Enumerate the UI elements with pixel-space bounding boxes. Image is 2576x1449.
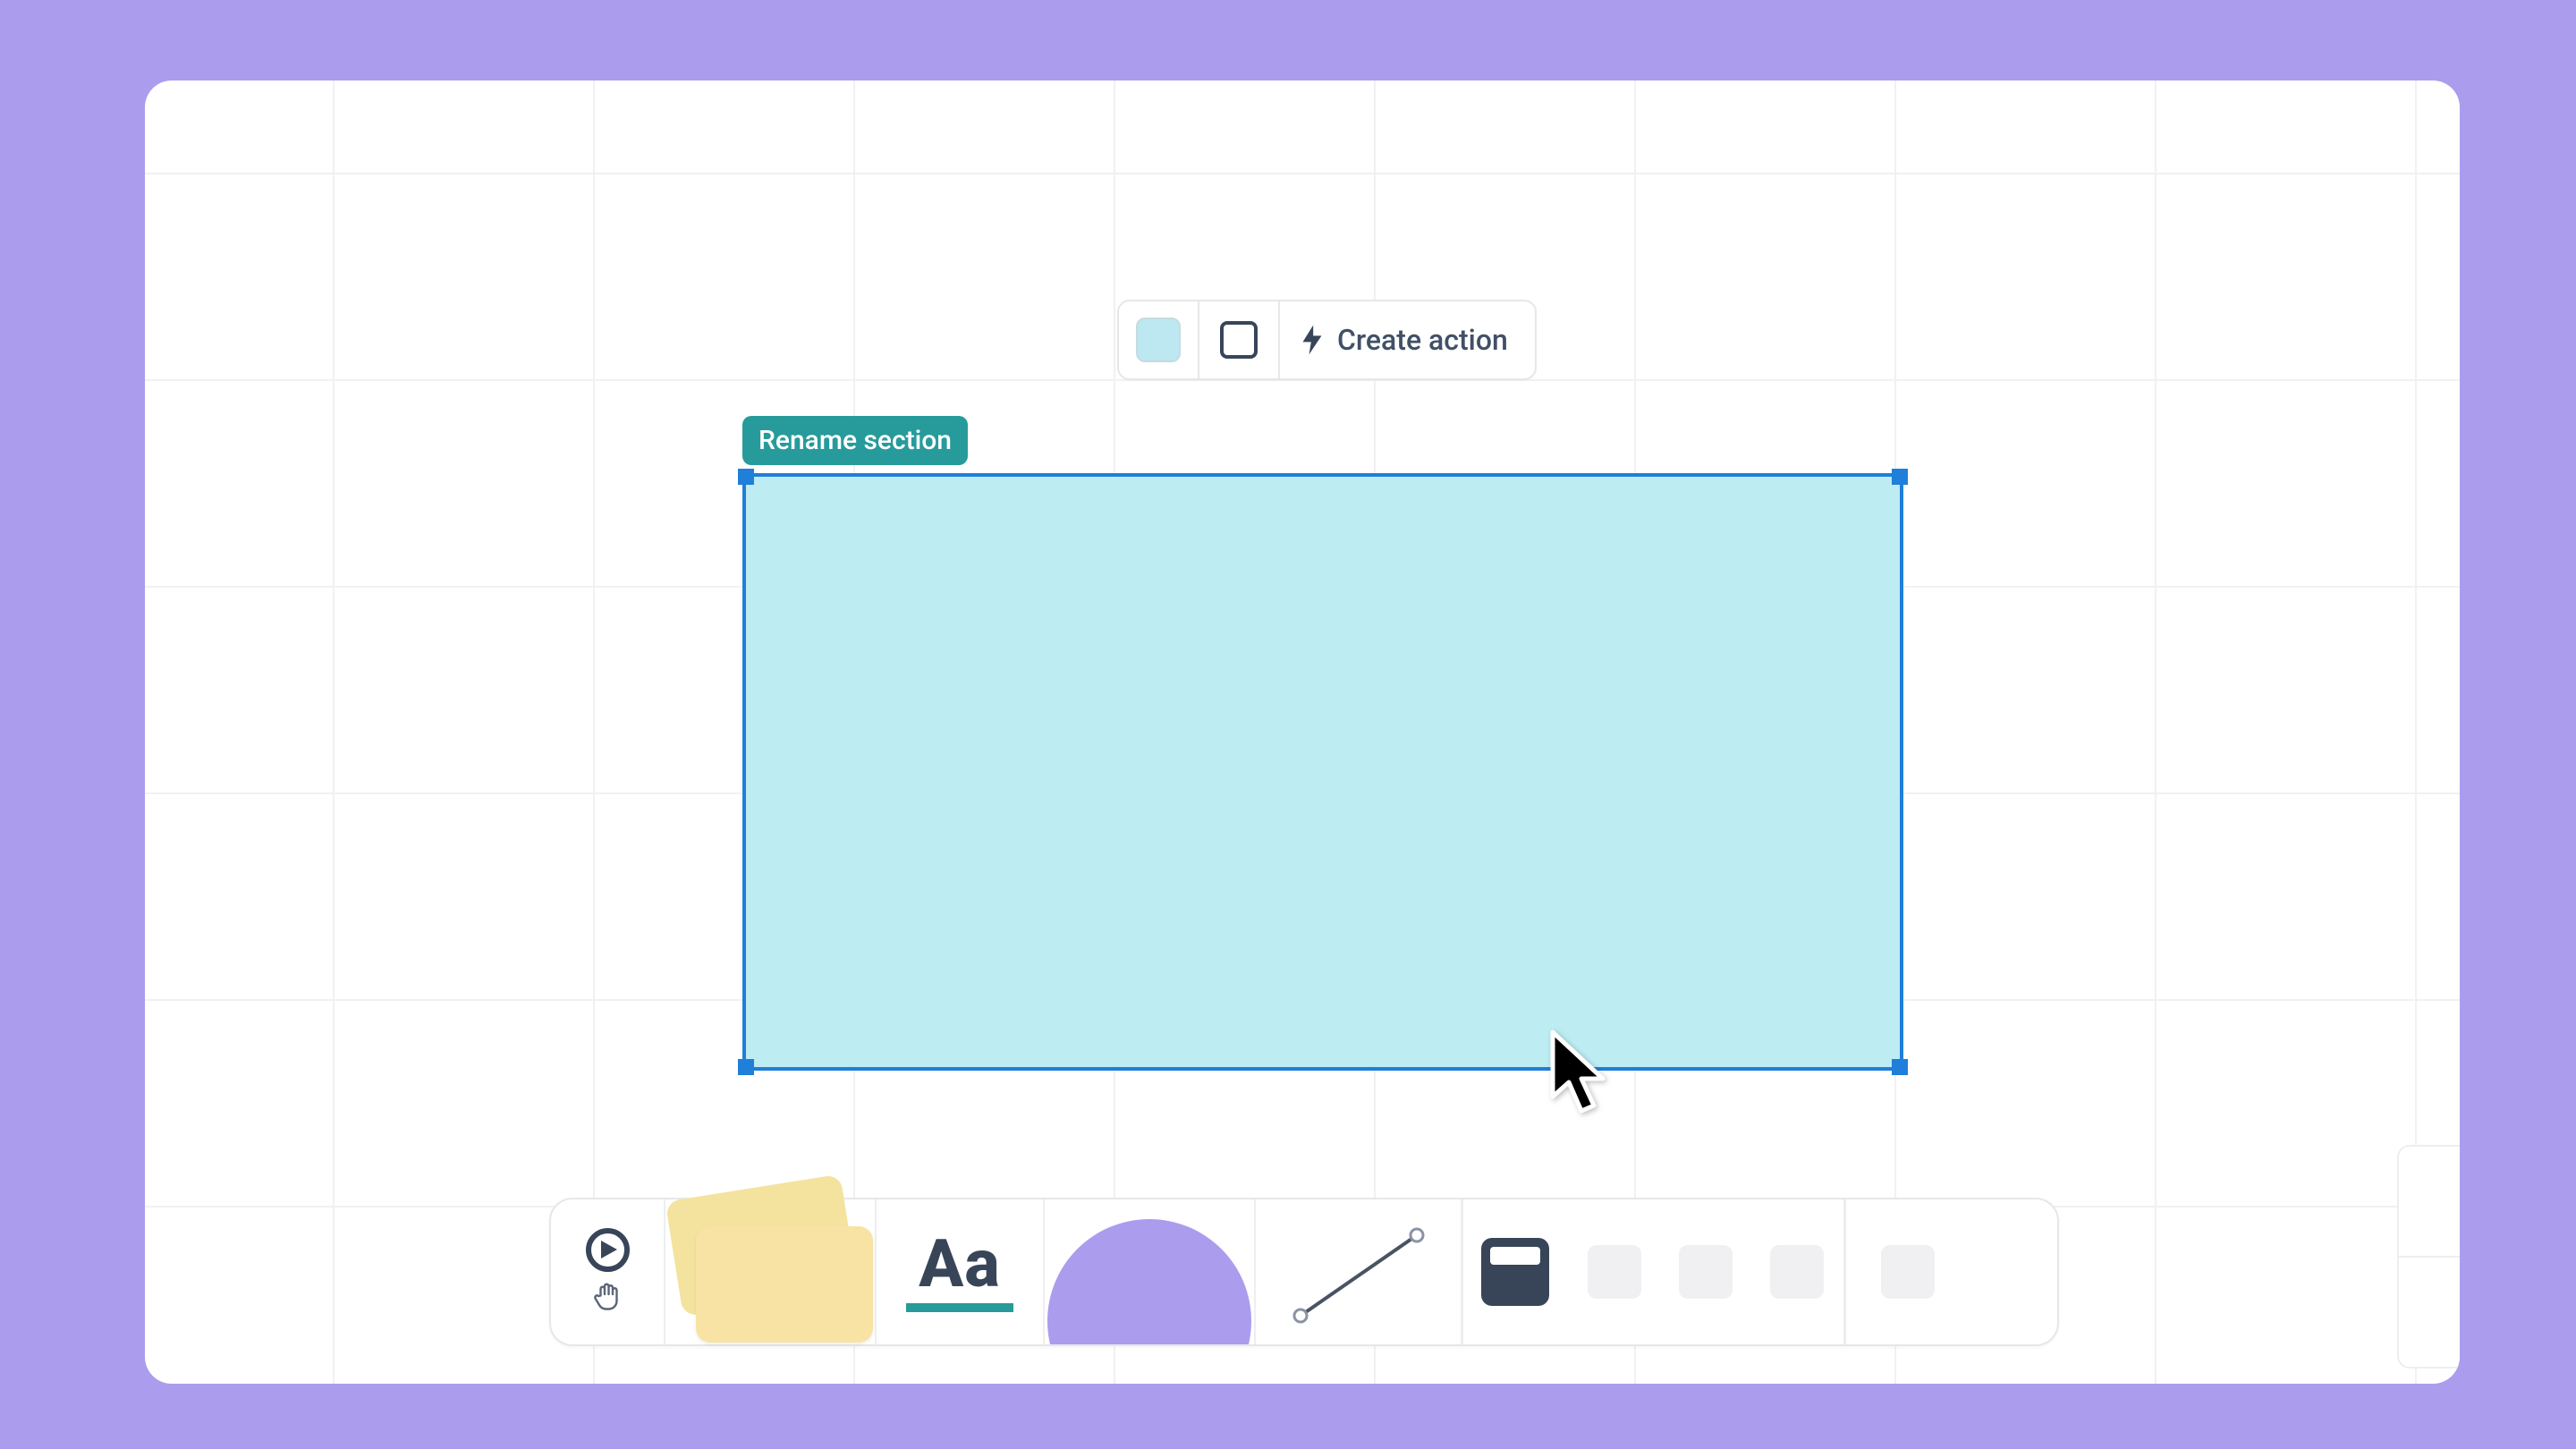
placeholder-tool-4[interactable] (1846, 1199, 1970, 1344)
sticky-note-tool[interactable] (665, 1199, 877, 1344)
hand-icon (591, 1281, 623, 1313)
circle-icon (1047, 1219, 1251, 1344)
create-action-button[interactable]: Create action (1280, 301, 1535, 378)
shape-tool[interactable] (1045, 1199, 1256, 1344)
create-action-label: Create action (1337, 323, 1508, 357)
section-name-chip[interactable]: Rename section (742, 416, 968, 465)
placeholder-tool-1[interactable] (1588, 1245, 1641, 1299)
line-tool[interactable] (1256, 1199, 1463, 1344)
placeholder-tool-2[interactable] (1679, 1245, 1733, 1299)
line-icon (1292, 1226, 1425, 1318)
text-underline (906, 1303, 1013, 1312)
play-icon (599, 1239, 619, 1260)
divider (2399, 1256, 2460, 1258)
zoom-panel[interactable] (2397, 1145, 2460, 1368)
frame-tool[interactable] (1463, 1199, 1567, 1344)
resize-handle-top-right[interactable] (1892, 469, 1908, 485)
resize-handle-bottom-left[interactable] (738, 1059, 754, 1075)
mode-group (551, 1199, 665, 1344)
lightning-icon (1300, 325, 1325, 355)
resize-handle-top-left[interactable] (738, 469, 754, 485)
context-toolbar: Create action (1117, 300, 1537, 380)
resize-handle-bottom-right[interactable] (1892, 1059, 1908, 1075)
section-name-label: Rename section (758, 425, 952, 456)
placeholder-icon (1881, 1245, 1935, 1299)
sticky-note-icon (683, 1223, 867, 1344)
square-outline-icon (1220, 321, 1258, 359)
play-button[interactable] (586, 1228, 630, 1272)
selected-section[interactable] (742, 473, 1903, 1071)
placeholder-tool-3[interactable] (1770, 1245, 1824, 1299)
frame-icon (1481, 1238, 1549, 1306)
hand-tool-button[interactable] (591, 1281, 623, 1317)
color-swatch-icon (1136, 318, 1181, 362)
placeholder-group (1567, 1199, 1846, 1344)
fill-color-button[interactable] (1119, 301, 1199, 378)
bottom-toolbar: Aa (549, 1198, 2059, 1346)
canvas[interactable]: Create action Rename section (145, 80, 2460, 1384)
text-glyph: Aa (919, 1232, 1001, 1298)
text-tool[interactable]: Aa (877, 1199, 1045, 1344)
text-icon: Aa (906, 1232, 1013, 1312)
stroke-style-button[interactable] (1199, 301, 1280, 378)
